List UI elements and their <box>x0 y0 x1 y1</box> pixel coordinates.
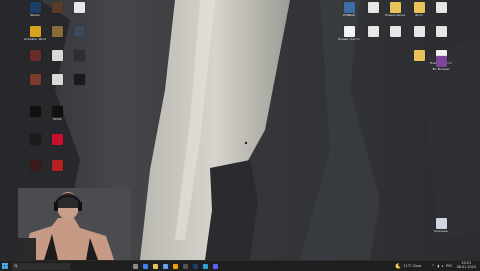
app-icon <box>367 2 379 13</box>
app-icon <box>435 218 447 229</box>
left-desktop-icon[interactable] <box>24 106 46 118</box>
language-indicator[interactable]: РУС <box>446 264 452 268</box>
right-desktop-icon[interactable] <box>408 26 430 38</box>
browser-icon <box>142 263 148 269</box>
app-icon <box>29 134 41 145</box>
right-desktop-icon[interactable]: Корзина <box>430 218 452 233</box>
left-desktop-icon[interactable] <box>24 74 46 86</box>
webcam-overlay <box>18 188 130 260</box>
app-icon <box>51 134 63 145</box>
right-desktop-icon[interactable] <box>362 26 384 38</box>
weather-text[interactable]: 11°C Clear <box>403 264 421 268</box>
desktop-icon-label: Корзина <box>434 230 448 233</box>
right-desktop-icon[interactable] <box>384 26 406 38</box>
app-icon <box>73 50 85 61</box>
app-icon <box>435 2 447 13</box>
app-icon <box>73 26 85 37</box>
app-icon <box>29 2 41 13</box>
app-icon <box>29 106 41 117</box>
steam-icon <box>192 263 198 269</box>
app-icon <box>29 26 41 37</box>
volume-icon[interactable]: ◂ <box>441 264 443 268</box>
obs-icon <box>182 263 188 269</box>
left-desktop-icon[interactable] <box>68 2 90 14</box>
chrome-icon <box>172 263 178 269</box>
right-desktop-icon[interactable]: фото <box>408 2 430 17</box>
desktop-icon-label: фото <box>415 14 423 17</box>
app-icon <box>343 2 355 13</box>
search-icon <box>14 264 18 268</box>
left-desktop-icon[interactable]: TikTok <box>46 106 68 121</box>
app-icon <box>29 160 41 171</box>
left-desktop-icon[interactable] <box>46 50 68 62</box>
left-desktop-icon[interactable] <box>68 50 90 62</box>
clock[interactable]: 19:21 08.01.2023 <box>456 261 476 270</box>
left-desktop-icon[interactable] <box>68 74 90 86</box>
left-desktop-icon[interactable]: Steam <box>24 2 46 17</box>
app-icon <box>413 2 425 13</box>
telegram-icon <box>202 263 208 269</box>
desktop-icon-label: WINRAR <box>342 14 356 17</box>
clock-date: 08.01.2023 <box>456 265 476 269</box>
tray-chevron-icon[interactable]: ^ <box>432 264 435 268</box>
network-icon[interactable]: ▮ <box>438 264 440 268</box>
left-desktop-icon[interactable] <box>24 50 46 62</box>
app-icon <box>29 50 41 61</box>
right-desktop-icon[interactable] <box>362 2 384 14</box>
app-icon <box>413 50 425 61</box>
left-desktop-icon[interactable] <box>46 160 68 172</box>
app-icon <box>51 2 63 13</box>
app-icon <box>51 160 63 171</box>
app-icon <box>29 74 41 85</box>
store-icon <box>162 263 168 269</box>
right-desktop-icon[interactable] <box>430 2 452 14</box>
right-desktop-icon[interactable]: Tor Browser <box>430 56 452 71</box>
left-desktop-icon[interactable] <box>46 26 68 38</box>
app-icon <box>73 2 85 13</box>
app-icon <box>51 74 63 85</box>
app-icon <box>413 26 425 37</box>
search-box[interactable] <box>12 262 70 270</box>
app-icon <box>51 106 63 117</box>
right-desktop-icon[interactable] <box>408 50 430 62</box>
left-desktop-icon[interactable] <box>46 134 68 146</box>
left-desktop-icon[interactable]: Activator Windows <box>24 26 46 41</box>
desktop-icon-label: Steam <box>30 14 40 17</box>
desktop-icon-label: Новая папка <box>385 14 405 17</box>
app-icon <box>73 74 85 85</box>
discord-icon <box>212 263 218 269</box>
desktop-icon-label: Tor Browser <box>432 68 450 71</box>
right-desktop-icon[interactable]: Новый текстовый <box>338 26 360 41</box>
left-desktop-icon[interactable] <box>68 26 90 38</box>
left-desktop-icon[interactable] <box>46 74 68 86</box>
right-desktop-icon[interactable]: WINRAR <box>338 2 360 17</box>
left-desktop-icon[interactable] <box>24 134 46 146</box>
desktop-icon-label: Activator Windows <box>24 38 46 41</box>
app-icon <box>343 26 355 37</box>
explorer-icon <box>152 263 158 269</box>
weather-moon-icon <box>395 263 401 269</box>
app-icon <box>435 56 447 67</box>
taskbar: 11°C Clear ^ ▮ ◂ РУС 19:21 08.01.2023 <box>0 260 480 271</box>
app-icon <box>367 26 379 37</box>
left-desktop-icon[interactable] <box>46 2 68 14</box>
app-icon <box>51 50 63 61</box>
app-icon <box>389 26 401 37</box>
task-view-icon <box>132 263 138 269</box>
windows-logo-icon <box>2 263 8 269</box>
right-desktop-icon[interactable] <box>430 26 452 38</box>
app-icon <box>51 26 63 37</box>
right-desktop-icon[interactable]: Новая папка <box>384 2 406 17</box>
desktop-icon-label: TikTok <box>52 118 62 121</box>
left-desktop-icon[interactable] <box>24 160 46 172</box>
app-icon <box>435 26 447 37</box>
desktop-icon-label: Новый текстовый <box>338 38 360 41</box>
app-icon <box>389 2 401 13</box>
